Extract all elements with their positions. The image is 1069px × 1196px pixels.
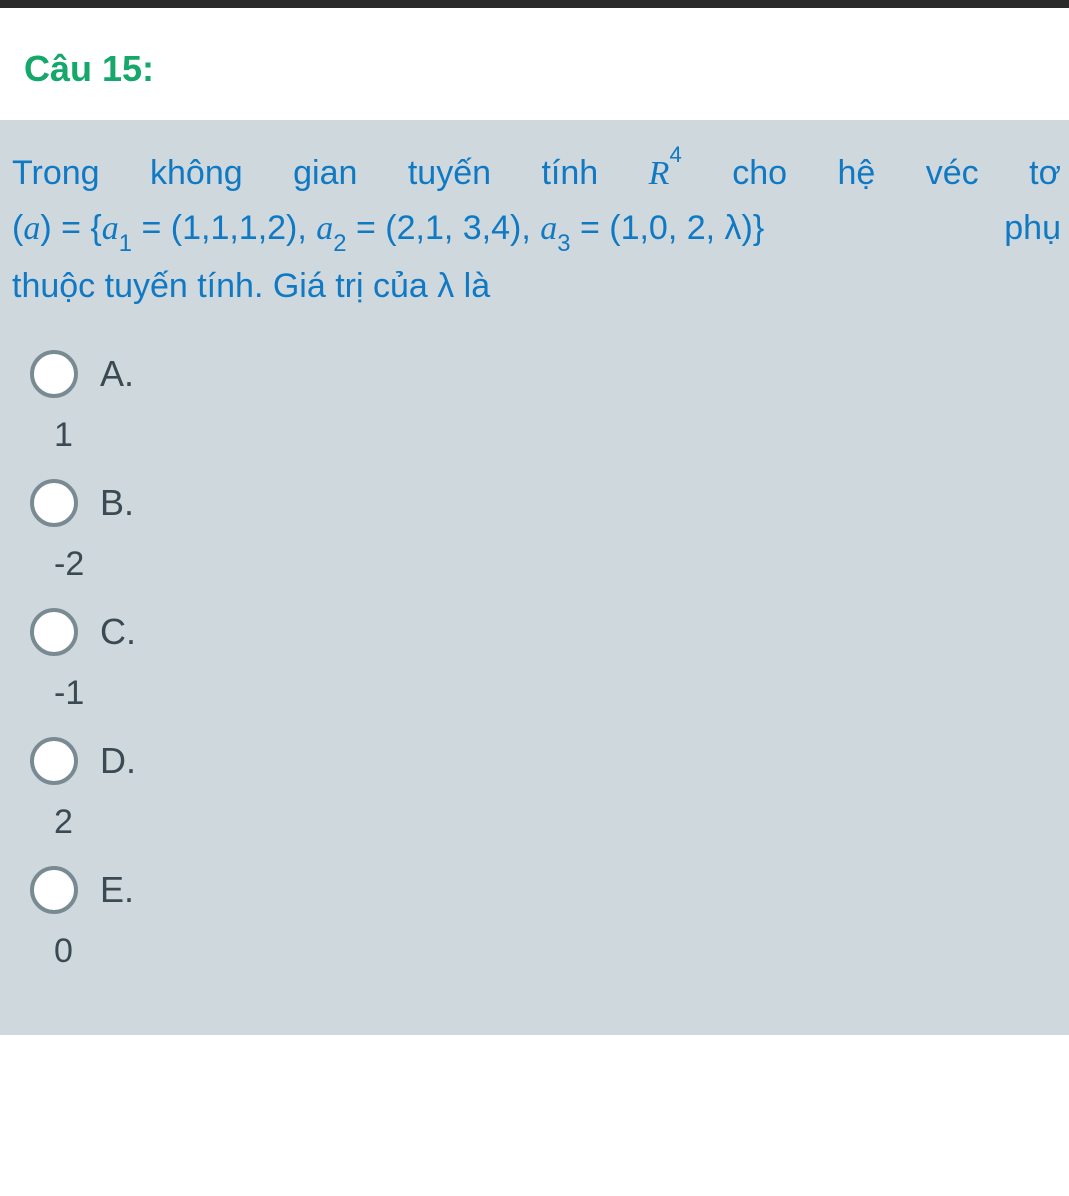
option-label: A. <box>100 353 134 395</box>
radio-icon[interactable] <box>30 737 78 785</box>
prompt-line-2: (a) = {a1 = (1,1,1,2), a2 = (2,1, 3,4), … <box>12 201 1061 259</box>
prompt-word: tuyến <box>408 146 491 201</box>
option-value: 2 <box>54 803 1061 842</box>
option-value: -2 <box>54 545 1061 584</box>
question-prompt: Trong không gian tuyến tính R4 cho hệ vé… <box>12 146 1061 314</box>
radio-icon[interactable] <box>30 608 78 656</box>
prompt-word: tính <box>541 146 598 201</box>
prompt-word: véc <box>926 146 979 201</box>
radio-icon[interactable] <box>30 350 78 398</box>
option-label: E. <box>100 869 134 911</box>
option-value: 0 <box>54 932 1061 971</box>
option-value: -1 <box>54 674 1061 713</box>
option-label: C. <box>100 611 136 653</box>
window-top-bar <box>0 0 1069 8</box>
option-b[interactable]: B. <box>30 479 1061 527</box>
option-label: D. <box>100 740 136 782</box>
question-header: Câu 15: <box>0 8 1069 120</box>
radio-icon[interactable] <box>30 866 78 914</box>
prompt-word-math: R4 <box>649 146 682 201</box>
prompt-word: phụ <box>1004 201 1061 259</box>
prompt-word: gian <box>293 146 357 201</box>
option-value: 1 <box>54 416 1061 455</box>
prompt-word: hệ <box>837 146 875 201</box>
prompt-word: Trong <box>12 146 100 201</box>
option-d[interactable]: D. <box>30 737 1061 785</box>
math-expression: (a) = {a1 = (1,1,1,2), a2 = (2,1, 3,4), … <box>12 201 764 259</box>
prompt-word: cho <box>732 146 787 201</box>
prompt-line-3: thuộc tuyến tính. Giá trị của λ là <box>12 259 1061 313</box>
prompt-line-1: Trong không gian tuyến tính R4 cho hệ vé… <box>12 146 1061 201</box>
options-list: A. 1 B. -2 C. -1 D. 2 E. 0 <box>12 350 1061 971</box>
radio-icon[interactable] <box>30 479 78 527</box>
option-e[interactable]: E. <box>30 866 1061 914</box>
option-label: B. <box>100 482 134 524</box>
option-c[interactable]: C. <box>30 608 1061 656</box>
question-number: Câu 15: <box>24 48 1045 90</box>
prompt-word: không <box>150 146 243 201</box>
prompt-word: tơ <box>1029 146 1061 201</box>
option-a[interactable]: A. <box>30 350 1061 398</box>
question-body: Trong không gian tuyến tính R4 cho hệ vé… <box>0 120 1069 1035</box>
